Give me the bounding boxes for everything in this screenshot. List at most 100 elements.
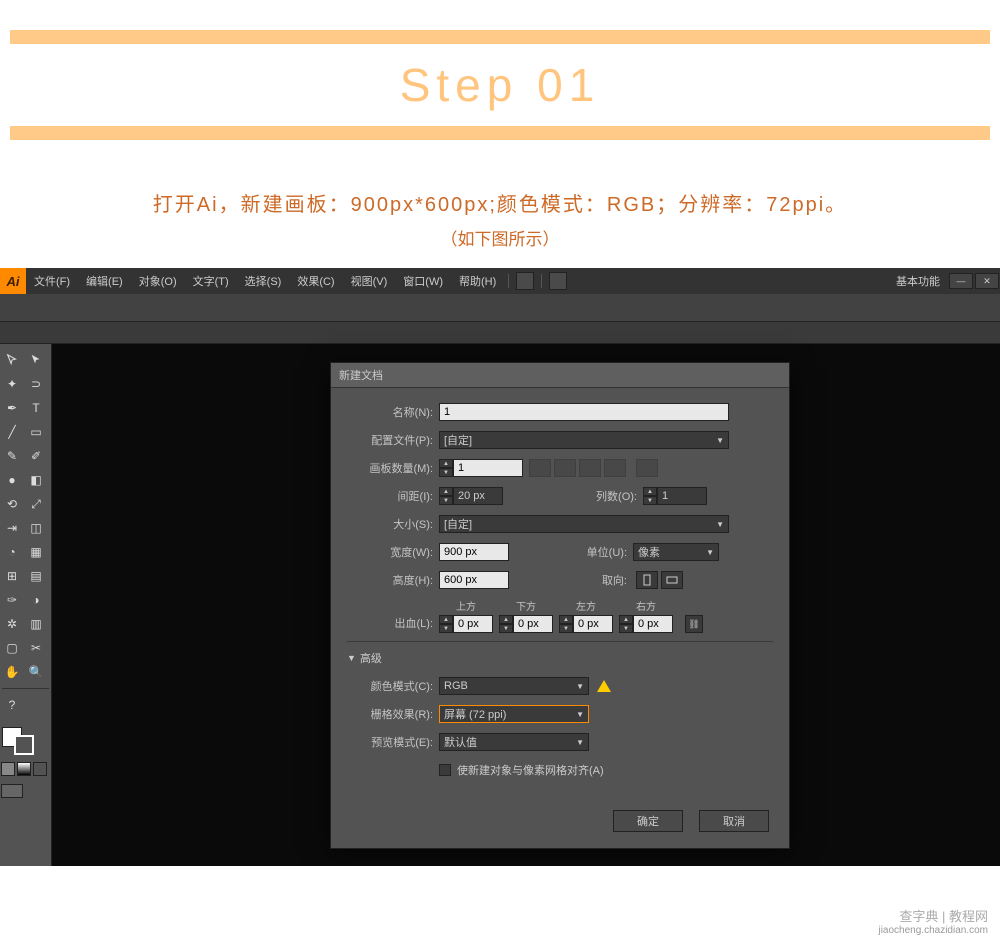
menu-type[interactable]: 文字(T)	[185, 273, 237, 289]
eraser-tool[interactable]: ◧	[24, 468, 48, 492]
colormode-select[interactable]: RGB▼	[439, 677, 589, 695]
layout-icon[interactable]	[549, 272, 567, 290]
preview-select[interactable]: 默认值▼	[439, 733, 589, 751]
tool-panel: ✦⊃ ✒T ╱▭ ✎✐ ●◧ ⟲⤢ ⇥◫ ◔▦ ⊞▤ ✑◑ ✲▥ ▢✂ ✋🔍 ?	[0, 344, 52, 866]
blend-tool[interactable]: ◑	[24, 588, 48, 612]
bleed-bottom-down[interactable]: ▼	[499, 624, 513, 633]
bleed-bottom-input[interactable]	[513, 615, 553, 633]
columns-input	[657, 487, 707, 505]
perspective-tool[interactable]: ▦	[24, 540, 48, 564]
label-colormode: 颜色模式(C):	[347, 678, 439, 694]
bleed-bottom-up[interactable]: ▲	[499, 615, 513, 624]
columns-down: ▼	[643, 496, 657, 505]
width-tool[interactable]: ⇥	[0, 516, 24, 540]
mesh-tool[interactable]: ⊞	[0, 564, 24, 588]
zoom-tool[interactable]: 🔍	[24, 660, 48, 684]
control-bar	[0, 294, 1000, 322]
menu-edit[interactable]: 编辑(E)	[78, 273, 131, 289]
eyedropper-tool[interactable]: ✑	[0, 588, 24, 612]
bleed-right-up[interactable]: ▲	[619, 615, 633, 624]
menu-object[interactable]: 对象(O)	[131, 273, 185, 289]
magic-wand-tool[interactable]: ✦	[0, 372, 24, 396]
graph-tool[interactable]: ▥	[24, 612, 48, 636]
pencil-tool[interactable]: ✐	[24, 444, 48, 468]
menu-help[interactable]: 帮助(H)	[451, 273, 504, 289]
label-size: 大小(S):	[347, 516, 439, 532]
slice-tool[interactable]: ✂	[24, 636, 48, 660]
orient-portrait[interactable]	[636, 571, 658, 589]
artboard-tool[interactable]: ▢	[0, 636, 24, 660]
cancel-button[interactable]: 取消	[699, 810, 769, 832]
bleed-top-input[interactable]	[453, 615, 493, 633]
label-artboards: 画板数量(M):	[347, 460, 439, 476]
lasso-tool[interactable]: ⊃	[24, 372, 48, 396]
size-select[interactable]: [自定]▼	[439, 515, 729, 533]
height-input[interactable]	[439, 571, 509, 589]
help-icon[interactable]: ?	[0, 693, 24, 717]
label-units: 单位(U):	[533, 544, 633, 560]
align-pixel-checkbox[interactable]	[439, 764, 451, 776]
columns-up: ▲	[643, 487, 657, 496]
raster-select[interactable]: 屏幕 (72 ppi)▼	[439, 705, 589, 723]
line-tool[interactable]: ╱	[0, 420, 24, 444]
menu-separator	[508, 274, 509, 288]
symbol-sprayer-tool[interactable]: ✲	[0, 612, 24, 636]
orient-landscape[interactable]	[661, 571, 683, 589]
hand-tool[interactable]: ✋	[0, 660, 24, 684]
bleed-left-down[interactable]: ▼	[559, 624, 573, 633]
link-bleed-icon[interactable]: ⛓	[685, 615, 703, 633]
document-tab-bar	[0, 322, 1000, 344]
menu-window[interactable]: 窗口(W)	[395, 273, 451, 289]
units-select[interactable]: 像素▼	[633, 543, 719, 561]
label-name: 名称(N):	[347, 404, 439, 420]
width-input[interactable]	[439, 543, 509, 561]
profile-select[interactable]: [自定]▼	[439, 431, 729, 449]
artboards-down[interactable]: ▼	[439, 468, 453, 477]
banner-bottom-bar	[10, 126, 990, 140]
window-close[interactable]: ✕	[975, 273, 999, 289]
label-width: 宽度(W):	[347, 544, 439, 560]
bleed-top-down[interactable]: ▼	[439, 624, 453, 633]
menu-effect[interactable]: 效果(C)	[289, 273, 342, 289]
menu-select[interactable]: 选择(S)	[237, 273, 290, 289]
menu-file[interactable]: 文件(F)	[26, 273, 78, 289]
gradient-tool[interactable]: ▤	[24, 564, 48, 588]
window-minimize[interactable]: —	[949, 273, 973, 289]
color-mode[interactable]	[1, 762, 15, 776]
menu-view[interactable]: 视图(V)	[343, 273, 396, 289]
scale-tool[interactable]: ⤢	[24, 492, 48, 516]
name-input[interactable]	[439, 403, 729, 421]
selection-tool[interactable]	[0, 348, 24, 372]
bleed-right-input[interactable]	[633, 615, 673, 633]
arrange-col-icon	[604, 459, 626, 477]
paintbrush-tool[interactable]: ✎	[0, 444, 24, 468]
none-mode[interactable]	[33, 762, 47, 776]
bleed-right-down[interactable]: ▼	[619, 624, 633, 633]
label-bleed: 出血(L):	[347, 615, 439, 633]
type-tool[interactable]: T	[24, 396, 48, 420]
bleed-left-input[interactable]	[573, 615, 613, 633]
stroke-swatch[interactable]	[14, 735, 34, 755]
advanced-toggle[interactable]: ▼高级	[347, 650, 773, 666]
ok-button[interactable]: 确定	[613, 810, 683, 832]
screen-mode[interactable]	[1, 784, 23, 798]
artboards-input[interactable]	[453, 459, 523, 477]
bridge-icon[interactable]	[516, 272, 534, 290]
rotate-tool[interactable]: ⟲	[0, 492, 24, 516]
pen-tool[interactable]: ✒	[0, 396, 24, 420]
rectangle-tool[interactable]: ▭	[24, 420, 48, 444]
shape-builder-tool[interactable]: ◔	[0, 540, 24, 564]
fill-stroke-swatches[interactable]	[0, 725, 51, 757]
direct-selection-tool[interactable]	[24, 348, 48, 372]
bleed-top-up[interactable]: ▲	[439, 615, 453, 624]
bleed-left-up[interactable]: ▲	[559, 615, 573, 624]
free-transform-tool[interactable]: ◫	[24, 516, 48, 540]
arrange-row-icon	[579, 459, 601, 477]
artboards-up[interactable]: ▲	[439, 459, 453, 468]
workspace-selector[interactable]: 基本功能	[888, 273, 948, 289]
blob-brush-tool[interactable]: ●	[0, 468, 24, 492]
dialog-title: 新建文档	[331, 363, 789, 388]
label-top: 上方	[456, 598, 476, 613]
instruction-text: 打开Ai，新建画板：900px*600px;颜色模式：RGB；分辨率：72ppi…	[20, 188, 980, 217]
gradient-mode[interactable]	[17, 762, 31, 776]
